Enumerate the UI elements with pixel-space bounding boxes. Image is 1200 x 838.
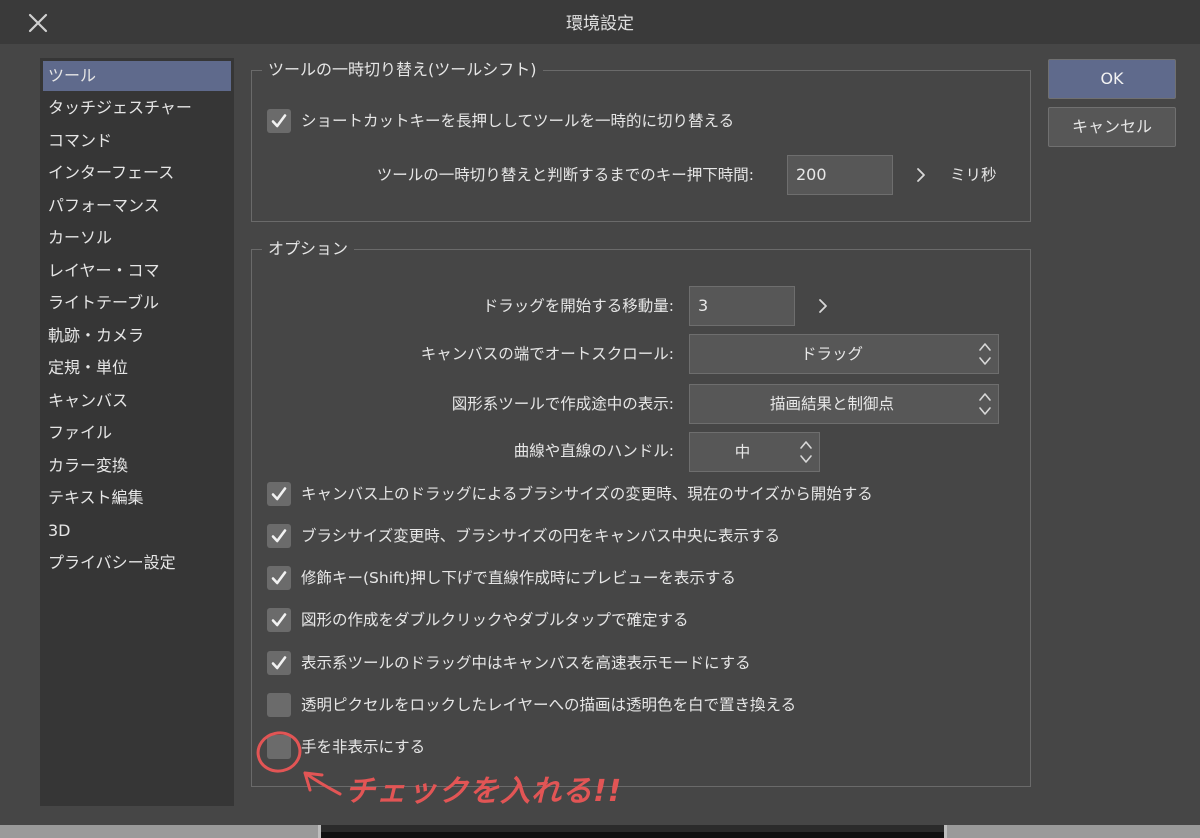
- annotation-arrow-icon: [303, 771, 342, 796]
- annotation-text: チェックを入れる!!: [345, 774, 623, 809]
- annotation-circle: [256, 731, 302, 773]
- annotation-marks: [256, 731, 342, 796]
